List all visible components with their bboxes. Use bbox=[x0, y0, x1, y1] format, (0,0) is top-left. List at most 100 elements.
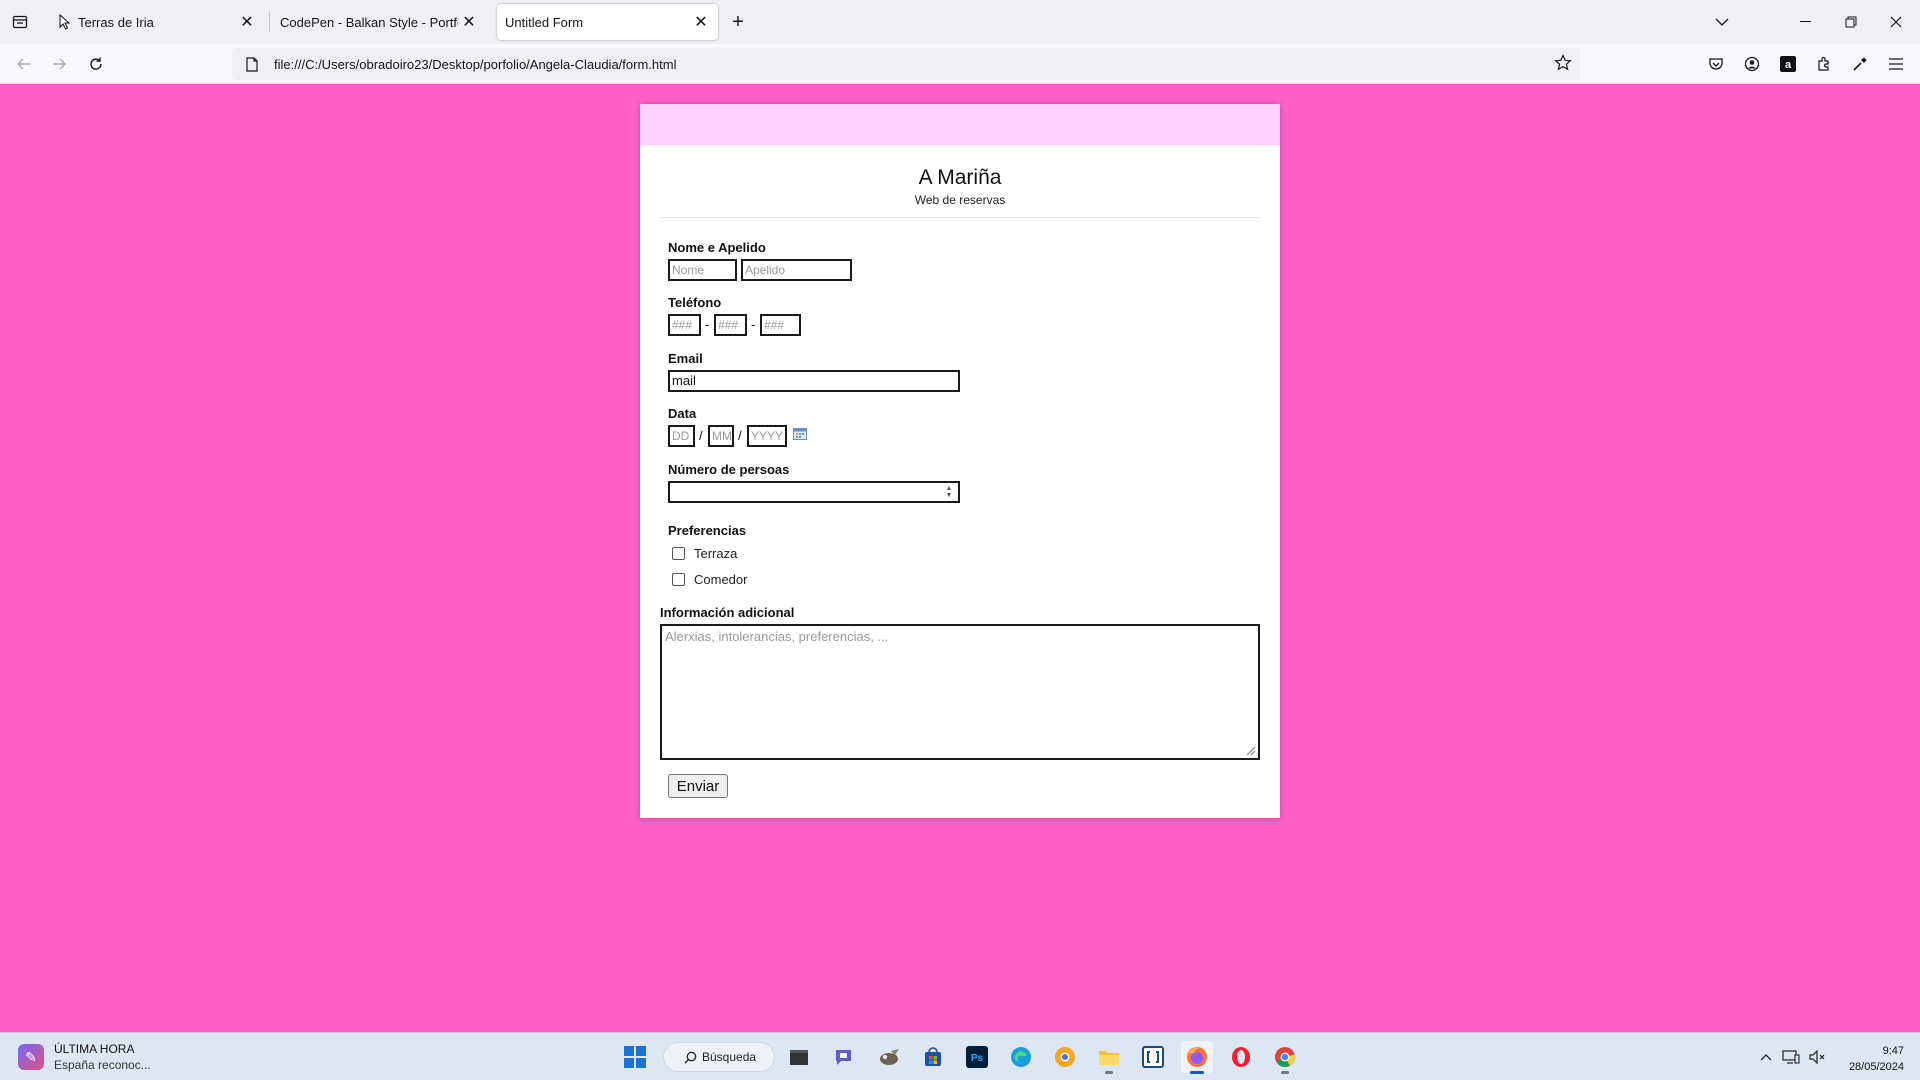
info-label: Información adicional bbox=[660, 605, 795, 620]
people-number-input[interactable]: ▲ ▼ bbox=[668, 481, 960, 503]
reload-icon[interactable] bbox=[84, 52, 108, 76]
phone-part1-input[interactable]: ### bbox=[668, 314, 701, 336]
first-name-input[interactable]: Nome bbox=[668, 259, 737, 281]
clock-time: 9:47 bbox=[1882, 1045, 1904, 1057]
page-title: A Mariña bbox=[918, 166, 1002, 189]
date-label: Data bbox=[668, 406, 697, 421]
tab-untitled-form[interactable]: Untitled Form ✕ bbox=[497, 4, 718, 40]
list-all-tabs-icon[interactable] bbox=[1707, 8, 1737, 36]
tab-terras-de-iria[interactable]: Terras de Iria ✕ bbox=[52, 4, 264, 40]
search-icon bbox=[684, 1051, 697, 1064]
pocket-icon[interactable] bbox=[1704, 52, 1728, 76]
number-spinner[interactable]: ▲ ▼ bbox=[942, 484, 956, 500]
restore-icon[interactable] bbox=[1836, 8, 1866, 36]
firefox-view-icon[interactable] bbox=[8, 8, 32, 36]
show-hidden-icons-chevron-icon[interactable] bbox=[1756, 1047, 1776, 1067]
tab-title: Untitled Form bbox=[505, 14, 584, 30]
close-tab-icon[interactable]: ✕ bbox=[236, 11, 258, 33]
tab-separator bbox=[269, 12, 270, 32]
tab-codepen[interactable]: CodePen - Balkan Style - Portfolio C ✕ bbox=[274, 4, 486, 40]
info-placeholder: Alerxias, intolerancias, preferencias, .… bbox=[665, 629, 889, 644]
running-indicator bbox=[1105, 1071, 1113, 1074]
terraza-checkbox[interactable] bbox=[672, 547, 685, 560]
news-title: ÚLTIMA HORA bbox=[54, 1042, 135, 1056]
close-tab-icon[interactable]: ✕ bbox=[690, 11, 712, 33]
news-widget[interactable]: ✎ ÚLTIMA HORA España reconoc... bbox=[18, 1041, 151, 1073]
phone-label: Teléfono bbox=[668, 295, 722, 310]
cursor-icon bbox=[56, 14, 74, 30]
tab-title: Terras de Iria bbox=[78, 14, 154, 30]
browser-nav-bar: file:///C:/Users/obradoiro23/Desktop/por… bbox=[0, 44, 1920, 84]
network-icon[interactable] bbox=[1781, 1047, 1801, 1067]
new-tab-button[interactable]: + bbox=[726, 10, 750, 34]
date-month-input[interactable]: MM bbox=[708, 425, 734, 447]
photoshop-icon[interactable]: Ps bbox=[961, 1041, 993, 1073]
account-icon[interactable] bbox=[1740, 52, 1764, 76]
info-textarea[interactable]: Alerxias, intolerancias, preferencias, .… bbox=[660, 624, 1260, 760]
search-label: Búsqueda bbox=[702, 1050, 757, 1064]
submit-button[interactable]: Enviar bbox=[668, 774, 728, 798]
forward-icon[interactable] bbox=[47, 52, 71, 76]
menu-icon[interactable] bbox=[1884, 52, 1908, 76]
news-icon: ✎ bbox=[18, 1044, 44, 1070]
calendar-icon[interactable] bbox=[793, 427, 807, 440]
chrome-canary-icon[interactable] bbox=[1049, 1041, 1081, 1073]
file-explorer-icon[interactable] bbox=[1093, 1041, 1125, 1074]
last-name-input[interactable]: Apelido bbox=[741, 259, 852, 281]
gimp-icon[interactable] bbox=[873, 1041, 905, 1073]
spin-up-icon[interactable]: ▲ bbox=[946, 485, 953, 492]
preferences-label: Preferencias bbox=[668, 523, 747, 538]
date-separator: / bbox=[699, 428, 703, 443]
system-clock[interactable]: 9:47 28/05/2024 bbox=[1849, 1043, 1904, 1075]
file-explorer-dark-icon[interactable] bbox=[783, 1041, 815, 1073]
page-subtitle: Web de reservas bbox=[914, 193, 1006, 207]
running-indicator bbox=[1190, 1071, 1204, 1074]
page-icon bbox=[242, 56, 262, 72]
form-card: A Mariña Web de reservas Nome e Apelido … bbox=[640, 104, 1280, 818]
teams-chat-icon[interactable] bbox=[829, 1041, 861, 1073]
taskbar-search[interactable]: Búsqueda bbox=[663, 1042, 775, 1072]
tab-title: CodePen - Balkan Style - Portfolio C bbox=[280, 14, 458, 30]
volume-muted-icon[interactable] bbox=[1808, 1047, 1828, 1067]
svg-text:a: a bbox=[1785, 59, 1792, 71]
clock-date: 28/05/2024 bbox=[1848, 1061, 1904, 1073]
bookmark-star-icon[interactable] bbox=[1554, 54, 1572, 77]
spin-down-icon[interactable]: ▼ bbox=[946, 492, 953, 499]
phone-separator: - bbox=[705, 317, 710, 332]
back-icon[interactable] bbox=[12, 52, 36, 76]
code-editor-icon[interactable] bbox=[1137, 1041, 1169, 1073]
comedor-checkbox[interactable] bbox=[672, 573, 685, 586]
windows-start-icon[interactable] bbox=[619, 1041, 651, 1073]
form-header: A Mariña Web de reservas bbox=[660, 145, 1260, 218]
amazon-extension-icon[interactable]: a bbox=[1776, 52, 1800, 76]
opera-icon[interactable] bbox=[1225, 1041, 1257, 1073]
eyedropper-icon[interactable] bbox=[1848, 52, 1872, 76]
email-label: Email bbox=[668, 351, 703, 366]
close-window-icon[interactable] bbox=[1881, 8, 1911, 36]
chrome-icon[interactable] bbox=[1269, 1041, 1301, 1074]
name-label: Nome e Apelido bbox=[668, 240, 766, 255]
windows-taskbar: ✎ ÚLTIMA HORA España reconoc... Búsqueda… bbox=[0, 1032, 1920, 1080]
comedor-label: Comedor bbox=[694, 572, 748, 587]
browser-tab-bar: Terras de Iria ✕ CodePen - Balkan Style … bbox=[0, 0, 1920, 44]
phone-separator: - bbox=[751, 317, 756, 332]
firefox-icon[interactable] bbox=[1181, 1041, 1213, 1074]
close-tab-icon[interactable]: ✕ bbox=[458, 11, 480, 33]
date-day-input[interactable]: DD bbox=[668, 425, 695, 447]
running-indicator bbox=[1281, 1071, 1289, 1074]
card-header-band bbox=[640, 104, 1280, 145]
phone-part3-input[interactable]: ### bbox=[760, 314, 801, 336]
minimize-icon[interactable] bbox=[1790, 8, 1820, 36]
svg-text:Ps: Ps bbox=[971, 1053, 984, 1064]
extensions-icon[interactable] bbox=[1812, 52, 1836, 76]
edge-icon[interactable] bbox=[1005, 1041, 1037, 1073]
date-separator: / bbox=[738, 428, 742, 443]
address-bar[interactable]: file:///C:/Users/obradoiro23/Desktop/por… bbox=[232, 48, 1580, 80]
date-year-input[interactable]: YYYY bbox=[747, 425, 787, 447]
terraza-label: Terraza bbox=[694, 546, 738, 561]
resize-handle-icon[interactable] bbox=[1244, 744, 1256, 756]
phone-part2-input[interactable]: ### bbox=[714, 314, 747, 336]
email-input[interactable]: mail bbox=[668, 370, 960, 392]
people-label: Número de persoas bbox=[668, 462, 790, 477]
microsoft-store-icon[interactable] bbox=[917, 1041, 949, 1073]
